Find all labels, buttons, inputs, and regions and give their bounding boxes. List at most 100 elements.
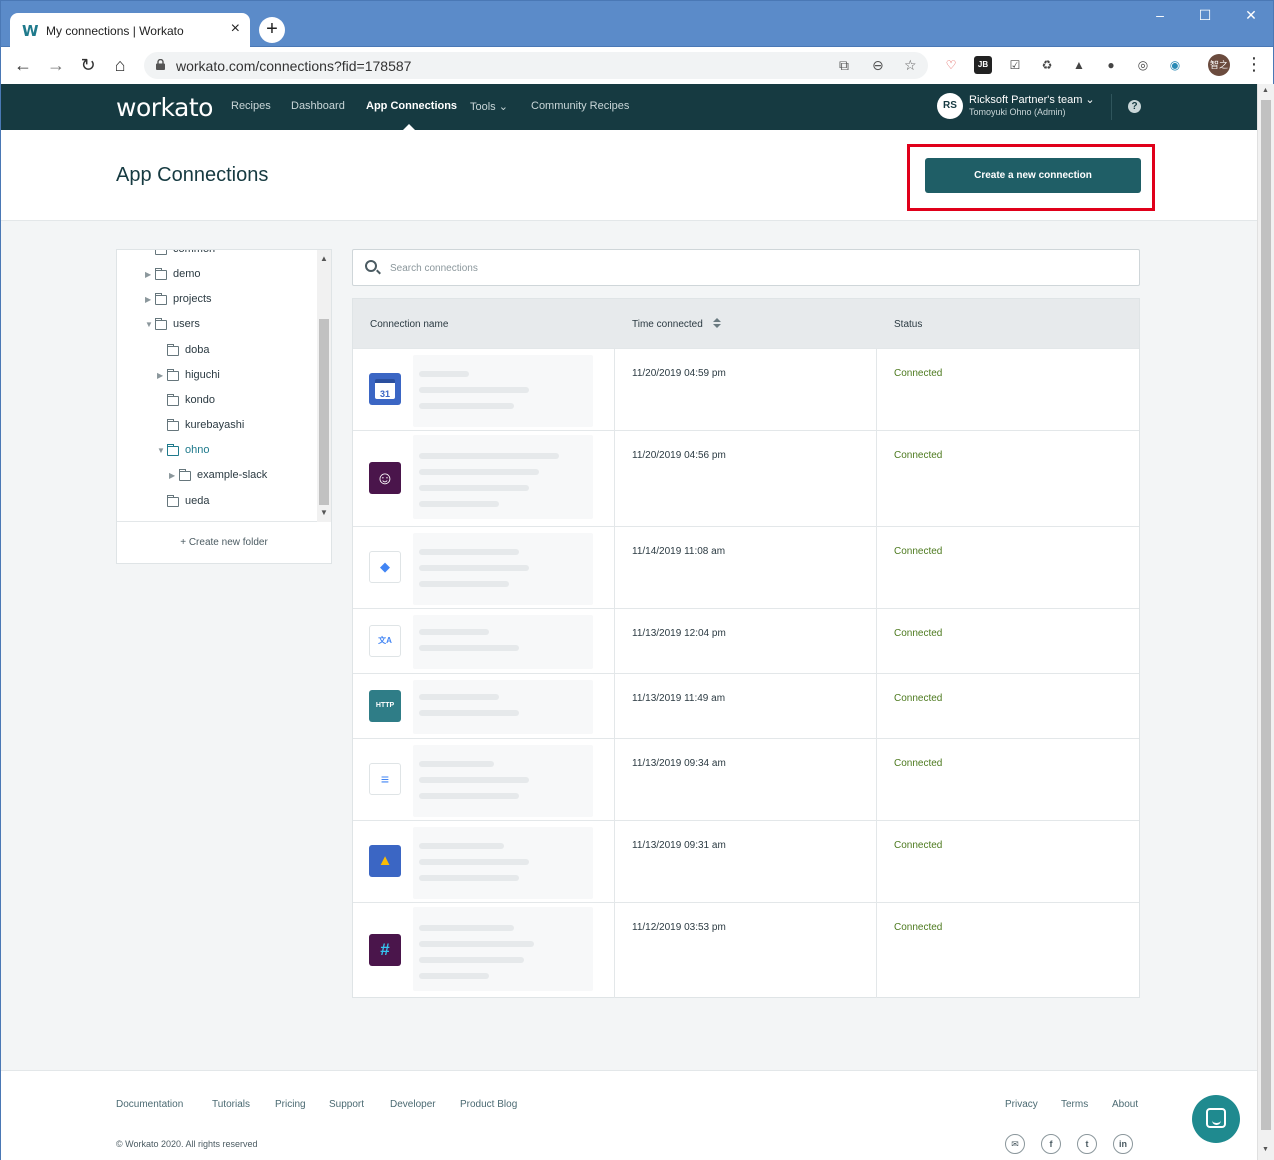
- linkedin-icon[interactable]: in: [1113, 1134, 1133, 1154]
- extension-globe-icon[interactable]: ◎: [1134, 56, 1152, 74]
- table-row[interactable]: 31 11/20/2019 04:59 pm Connected: [353, 348, 1139, 430]
- extension-earth-icon[interactable]: ◉: [1166, 56, 1184, 74]
- table-row[interactable]: HTTP 11/13/2019 11:49 am Connected: [353, 673, 1139, 738]
- team-name: Ricksoft Partner's team: [969, 94, 1083, 106]
- footer-link-pricing[interactable]: Pricing: [275, 1099, 306, 1110]
- expand-arrow-icon[interactable]: ▶: [145, 295, 151, 304]
- footer-link-developer[interactable]: Developer: [390, 1099, 436, 1110]
- folder-scrollbar[interactable]: ▲ ▼: [317, 250, 331, 522]
- expand-arrow-icon[interactable]: ▶: [145, 270, 151, 279]
- nav-community-recipes[interactable]: Community Recipes: [531, 100, 629, 112]
- browser-tab[interactable]: W My connections | Workato ×: [10, 13, 250, 48]
- footer-link-privacy[interactable]: Privacy: [1005, 1099, 1038, 1110]
- extension-pocket-icon[interactable]: ♡: [942, 56, 960, 74]
- zoom-icon[interactable]: ⊖: [872, 57, 884, 74]
- nav-recipes[interactable]: Recipes: [231, 100, 271, 112]
- time-connected: 11/20/2019 04:59 pm: [632, 368, 726, 379]
- chat-launcher-button[interactable]: [1192, 1095, 1240, 1143]
- footer-link-about[interactable]: About: [1112, 1099, 1138, 1110]
- extension-check-icon[interactable]: ☑: [1006, 56, 1024, 74]
- redacted-line: [419, 843, 504, 849]
- extension-circle-icon[interactable]: ●: [1102, 56, 1120, 74]
- maximize-window-icon[interactable]: ☐: [1195, 7, 1215, 24]
- redacted-connection-name: [413, 680, 593, 734]
- scroll-up-icon[interactable]: ▲: [320, 254, 328, 263]
- profile-avatar[interactable]: 智之: [1208, 54, 1230, 76]
- scroll-up-icon[interactable]: ▲: [1262, 87, 1269, 94]
- home-icon[interactable]: ⌂: [110, 55, 130, 76]
- status-badge: Connected: [894, 758, 943, 769]
- nav-tools[interactable]: Tools ⌄: [470, 100, 508, 113]
- page-scrollbar[interactable]: ▲ ▼: [1257, 84, 1274, 1160]
- extension-jb-icon[interactable]: JB: [974, 56, 992, 74]
- status-badge: Connected: [894, 450, 943, 461]
- time-connected: 11/13/2019 09:34 am: [632, 758, 726, 769]
- team-avatar[interactable]: RS: [937, 93, 963, 119]
- redacted-line: [419, 387, 529, 393]
- table-row[interactable]: 文A 11/13/2019 12:04 pm Connected: [353, 608, 1139, 673]
- time-connected: 11/13/2019 11:49 am: [632, 693, 726, 704]
- minimize-window-icon[interactable]: –: [1150, 7, 1170, 23]
- twitter-icon[interactable]: t: [1077, 1134, 1097, 1154]
- folder-icon: [167, 344, 179, 356]
- status-badge: Connected: [894, 628, 943, 639]
- email-icon[interactable]: ✉: [1005, 1134, 1025, 1154]
- table-row[interactable]: ▲ 11/13/2019 09:31 am Connected: [353, 820, 1139, 902]
- team-switcher[interactable]: Ricksoft Partner's team ⌄: [969, 93, 1095, 106]
- column-connection-name: Connection name: [370, 319, 449, 330]
- redacted-line: [419, 925, 514, 931]
- redacted-line: [419, 403, 514, 409]
- address-bar[interactable]: workato.com/connections?fid=178587 ⧉ ⊖ ☆: [144, 52, 928, 79]
- table-row[interactable]: ≡ 11/13/2019 09:34 am Connected: [353, 738, 1139, 820]
- footer-link-terms[interactable]: Terms: [1061, 1099, 1088, 1110]
- sort-icon[interactable]: [713, 318, 721, 329]
- footer-link-tutorials[interactable]: Tutorials: [212, 1099, 250, 1110]
- collapse-arrow-icon[interactable]: ▼: [157, 446, 165, 455]
- table-header: Connection name Time connected Status: [353, 299, 1139, 348]
- status-badge: Connected: [894, 693, 943, 704]
- close-window-icon[interactable]: ✕: [1241, 7, 1261, 24]
- footer-link-support[interactable]: Support: [329, 1099, 364, 1110]
- new-tab-button[interactable]: +: [259, 17, 285, 43]
- page-scrollbar-thumb[interactable]: [1261, 100, 1271, 1130]
- column-time-connected[interactable]: Time connected: [632, 319, 703, 330]
- extension-recycle-icon[interactable]: ♻: [1038, 56, 1056, 74]
- folder-icon: [155, 250, 167, 255]
- bookmark-star-icon[interactable]: ☆: [904, 57, 917, 74]
- redacted-line: [419, 957, 524, 963]
- reload-icon[interactable]: ↻: [78, 55, 98, 76]
- redacted-line: [419, 485, 529, 491]
- table-row[interactable]: ☺ 11/20/2019 04:56 pm Connected: [353, 430, 1139, 526]
- expand-arrow-icon[interactable]: ▶: [169, 471, 175, 480]
- footer-link-documentation[interactable]: Documentation: [116, 1099, 183, 1110]
- workato-logo[interactable]: workato: [116, 93, 213, 122]
- search-input[interactable]: [390, 259, 1130, 277]
- forward-arrow-icon[interactable]: →: [46, 55, 66, 76]
- collapse-arrow-icon[interactable]: ▼: [145, 320, 153, 329]
- extension-drive-icon[interactable]: ▲: [1070, 56, 1088, 74]
- facebook-icon[interactable]: f: [1041, 1134, 1061, 1154]
- folder-icon: [179, 469, 191, 481]
- expand-arrow-icon[interactable]: ▶: [157, 371, 163, 380]
- help-icon[interactable]: ?: [1128, 100, 1141, 113]
- nav-app-connections[interactable]: App Connections: [366, 100, 457, 112]
- scroll-down-icon[interactable]: ▼: [320, 508, 328, 517]
- tab-title: My connections | Workato: [46, 24, 184, 38]
- translate-icon[interactable]: ⧉: [839, 57, 849, 74]
- table-row[interactable]: # 11/12/2019 03:53 pm Connected: [353, 902, 1139, 998]
- redacted-line: [419, 645, 519, 651]
- browser-menu-icon[interactable]: ⋮: [1245, 54, 1263, 75]
- folder-scrollbar-thumb[interactable]: [319, 319, 329, 505]
- table-row[interactable]: ◆ 11/14/2019 11:08 am Connected: [353, 526, 1139, 608]
- create-folder-link[interactable]: + Create new folder: [117, 537, 331, 548]
- nav-dashboard[interactable]: Dashboard: [291, 100, 345, 112]
- column-divider: [614, 431, 615, 526]
- back-arrow-icon[interactable]: ←: [13, 55, 33, 76]
- status-badge: Connected: [894, 922, 943, 933]
- scroll-down-icon[interactable]: ▼: [1262, 1146, 1269, 1153]
- lock-icon: [156, 59, 165, 70]
- google-translate-icon: 文A: [369, 625, 401, 657]
- close-tab-icon[interactable]: ×: [231, 20, 240, 38]
- column-divider: [614, 674, 615, 738]
- footer-link-product-blog[interactable]: Product Blog: [460, 1099, 517, 1110]
